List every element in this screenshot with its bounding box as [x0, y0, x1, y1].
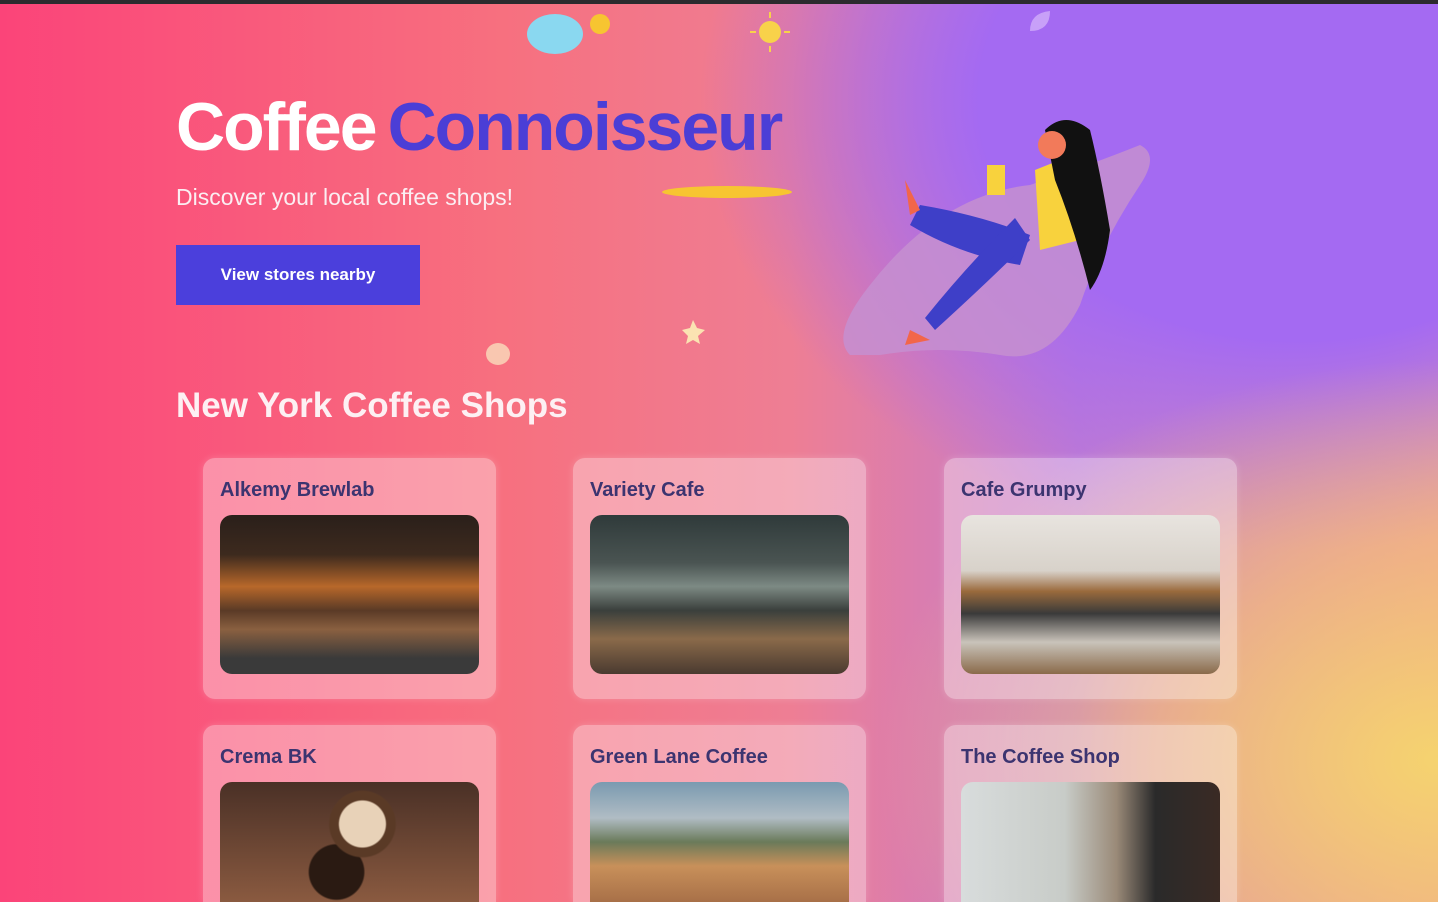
store-photo — [220, 515, 479, 674]
store-name: The Coffee Shop — [961, 746, 1120, 768]
hero-illustration-icon — [843, 120, 1150, 357]
view-stores-nearby-button[interactable]: View stores nearby — [176, 245, 420, 305]
store-photo — [590, 782, 849, 902]
leaf-icon — [1030, 11, 1050, 31]
section-title: New York Coffee Shops — [176, 386, 568, 425]
store-card-cafe-grumpy[interactable]: Cafe Grumpy — [944, 458, 1237, 699]
hero-title-part1: Coffee — [176, 89, 378, 165]
store-card-alkemy-brewlab[interactable]: Alkemy Brewlab — [203, 458, 496, 699]
store-photo — [961, 782, 1220, 902]
store-card-crema-bk[interactable]: Crema BK — [203, 725, 496, 902]
store-photo — [961, 515, 1220, 674]
store-card-the-coffee-shop[interactable]: The Coffee Shop — [944, 725, 1237, 902]
store-photo — [590, 515, 849, 674]
store-card-green-lane-coffee[interactable]: Green Lane Coffee — [573, 725, 866, 902]
decorative-shapes-icon — [486, 320, 705, 365]
store-name: Variety Cafe — [590, 479, 705, 501]
store-name: Cafe Grumpy — [961, 479, 1087, 501]
store-name: Green Lane Coffee — [590, 746, 768, 768]
hero-title: Coffee Connoisseur — [176, 88, 784, 166]
hero-title-part2: Connoisseur — [387, 89, 784, 165]
store-name: Alkemy Brewlab — [220, 479, 375, 501]
store-photo — [220, 782, 479, 902]
hero-subtitle: Discover your local coffee shops! — [176, 184, 514, 210]
store-name: Crema BK — [220, 746, 317, 768]
store-card-variety-cafe[interactable]: Variety Cafe — [573, 458, 866, 699]
